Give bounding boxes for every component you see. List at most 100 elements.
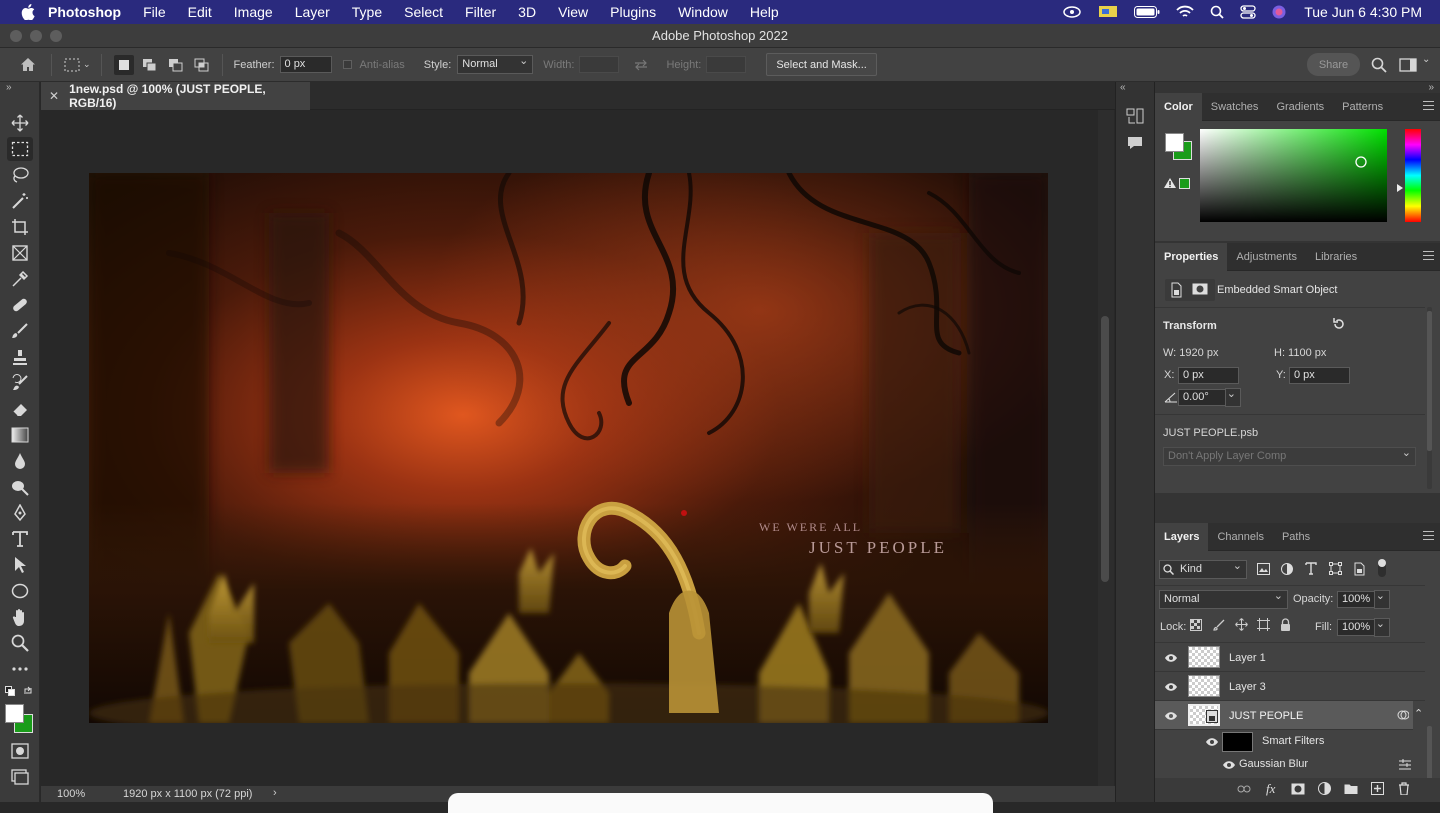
blur-tool-icon[interactable] — [7, 449, 33, 473]
filter-smart-objects-icon[interactable] — [1353, 562, 1365, 576]
scrollbar-thumb[interactable] — [1427, 311, 1432, 451]
lock-position-icon[interactable] — [1235, 618, 1248, 631]
reset-transform-icon[interactable] — [1332, 317, 1346, 331]
move-tool-icon[interactable] — [7, 111, 33, 135]
tab-libraries[interactable]: Libraries — [1306, 243, 1366, 271]
feather-input[interactable]: 0 px — [279, 56, 332, 73]
panel-foreground-color[interactable] — [1165, 133, 1184, 152]
visibility-eye-icon[interactable] — [1222, 760, 1236, 770]
crop-tool-icon[interactable] — [7, 215, 33, 239]
angle-input[interactable]: 0.00° — [1178, 389, 1226, 406]
link-layers-icon[interactable] — [1237, 784, 1251, 794]
menu-view[interactable]: View — [558, 4, 588, 20]
panel-menu-icon[interactable] — [1423, 531, 1434, 543]
dodge-tool-icon[interactable] — [7, 475, 33, 499]
width-input[interactable] — [579, 56, 620, 73]
status-menu-chevron-icon[interactable]: › — [273, 787, 277, 799]
history-brush-tool-icon[interactable] — [7, 371, 33, 395]
layer-row[interactable]: Layer 3 — [1155, 672, 1425, 701]
menu-help[interactable]: Help — [750, 4, 779, 20]
menu-filter[interactable]: Filter — [465, 4, 496, 20]
menu-window[interactable]: Window — [678, 4, 728, 20]
canvas-vertical-scrollbar[interactable] — [1098, 110, 1114, 786]
opacity-slider-dropdown[interactable] — [1374, 589, 1390, 609]
visibility-eye-icon[interactable] — [1164, 711, 1178, 721]
layer-name[interactable]: Layer 3 — [1229, 681, 1266, 693]
menu-image[interactable]: Image — [234, 4, 273, 20]
tab-adjustments[interactable]: Adjustments — [1227, 243, 1306, 271]
menu-edit[interactable]: Edit — [188, 4, 212, 20]
layers-scrollbar[interactable] — [1427, 726, 1432, 786]
collapse-panel-icon[interactable]: » — [6, 82, 12, 93]
menu-select[interactable]: Select — [404, 4, 443, 20]
ellipse-tool-icon[interactable] — [7, 579, 33, 603]
lasso-tool-icon[interactable] — [7, 163, 33, 187]
x-position-input[interactable]: 0 px — [1178, 367, 1239, 384]
document-tab[interactable]: ✕ 1new.psd @ 100% (JUST PEOPLE, RGB/16) — [41, 82, 310, 110]
tab-channels[interactable]: Channels — [1208, 523, 1272, 551]
healing-brush-tool-icon[interactable] — [7, 293, 33, 317]
close-tab-icon[interactable]: ✕ — [49, 89, 59, 103]
swap-dimensions-icon[interactable] — [631, 55, 651, 75]
menu-layer[interactable]: Layer — [295, 4, 330, 20]
canvas-area[interactable]: WE WERE ALL JUST PEOPLE — [41, 110, 1098, 786]
display-icon[interactable] — [1098, 4, 1118, 20]
intersect-selection-icon[interactable] — [192, 55, 212, 75]
add-mask-icon[interactable] — [1291, 783, 1305, 795]
hue-slider[interactable] — [1405, 129, 1421, 222]
smart-filter-mask-thumbnail[interactable] — [1222, 732, 1253, 752]
visibility-eye-icon[interactable] — [1164, 653, 1178, 663]
web-safe-color-swatch[interactable] — [1179, 178, 1190, 189]
lock-all-icon[interactable] — [1280, 618, 1291, 631]
zoom-level[interactable]: 100% — [57, 788, 85, 800]
lock-artboard-icon[interactable] — [1257, 618, 1270, 631]
rectangular-marquee-tool-icon[interactable] — [7, 137, 33, 161]
screen-mode-icon[interactable] — [7, 765, 33, 789]
layer-name[interactable]: JUST PEOPLE — [1229, 710, 1303, 722]
chevron-down-icon[interactable]: ⌄ — [1422, 54, 1430, 65]
panel-menu-icon[interactable] — [1423, 251, 1434, 263]
blend-mode-dropdown[interactable]: Normal — [1159, 589, 1288, 609]
layer-row-selected[interactable]: JUST PEOPLE — [1155, 701, 1413, 730]
layer-comp-dropdown[interactable]: Don't Apply Layer Comp — [1163, 446, 1416, 466]
hand-tool-icon[interactable] — [7, 605, 33, 629]
menu-clock[interactable]: Tue Jun 6 4:30 PM — [1304, 4, 1422, 20]
angle-dropdown[interactable] — [1225, 387, 1241, 407]
color-field[interactable] — [1200, 129, 1387, 222]
swap-colors-icon[interactable] — [23, 686, 33, 696]
style-dropdown[interactable]: Normal — [457, 54, 534, 74]
eyedropper-tool-icon[interactable] — [7, 267, 33, 291]
tab-gradients[interactable]: Gradients — [1267, 93, 1333, 121]
rect-marquee-preset-icon[interactable] — [62, 55, 82, 75]
wifi-icon[interactable] — [1176, 5, 1194, 19]
share-button[interactable]: Share — [1307, 53, 1360, 76]
filter-adjustment-layers-icon[interactable] — [1281, 563, 1293, 575]
menu-3d[interactable]: 3D — [518, 4, 536, 20]
smart-filter-indicator-icon[interactable] — [1397, 709, 1409, 721]
close-window-button[interactable] — [10, 30, 22, 42]
delete-layer-icon[interactable] — [1398, 782, 1410, 795]
anti-alias-checkbox[interactable] — [342, 60, 352, 69]
hue-slider-handle-icon[interactable] — [1397, 184, 1403, 192]
gaussian-blur-label[interactable]: Gaussian Blur — [1239, 758, 1308, 770]
frame-tool-icon[interactable] — [7, 241, 33, 265]
home-icon[interactable] — [18, 55, 38, 75]
history-panel-icon[interactable] — [1126, 107, 1144, 125]
siri-icon[interactable] — [1272, 5, 1286, 19]
new-layer-icon[interactable] — [1371, 782, 1384, 795]
new-adjustment-layer-icon[interactable] — [1318, 782, 1331, 795]
tab-properties[interactable]: Properties — [1155, 242, 1228, 271]
workspace-icon[interactable] — [1398, 55, 1418, 75]
layer-name[interactable]: Layer 1 — [1229, 652, 1266, 664]
clone-stamp-tool-icon[interactable] — [7, 345, 33, 369]
out-of-gamut-warning-icon[interactable] — [1163, 177, 1177, 189]
tab-paths[interactable]: Paths — [1273, 523, 1319, 551]
more-tools-icon[interactable] — [7, 657, 33, 681]
tab-color[interactable]: Color — [1155, 92, 1202, 121]
magic-wand-tool-icon[interactable] — [7, 189, 33, 213]
new-group-icon[interactable] — [1344, 783, 1358, 795]
select-and-mask-button[interactable]: Select and Mask... — [766, 53, 877, 76]
scrollbar-thumb[interactable] — [1101, 316, 1109, 582]
default-colors-icon[interactable] — [5, 686, 15, 696]
mask-icon[interactable] — [1192, 283, 1208, 295]
